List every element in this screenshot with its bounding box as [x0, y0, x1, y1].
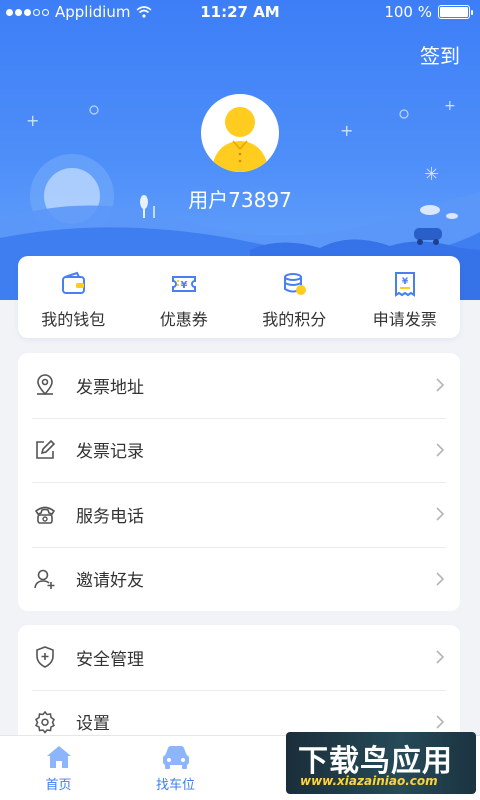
- location-pin-icon: [32, 372, 58, 398]
- svg-text:¥: ¥: [180, 280, 187, 291]
- watermark-url: www.xiazainiao.com: [300, 774, 438, 788]
- chevron-right-icon: [436, 571, 445, 586]
- menu-item-invoice-address[interactable]: 发票地址: [18, 353, 460, 418]
- quick-action-points[interactable]: 我的积分: [239, 256, 350, 338]
- coupon-icon: ¥: [171, 276, 196, 292]
- quick-action-label: 我的钱包: [41, 310, 106, 329]
- battery-icon: [438, 5, 473, 19]
- chevron-right-icon: [436, 507, 445, 521]
- tab-label: 首页: [45, 778, 72, 793]
- svg-text:+: +: [26, 111, 39, 130]
- profile-header: + + + ✳ Applidium 11:27 AM 100 % 签到 用户73…: [0, 0, 480, 300]
- edit-icon: [32, 437, 58, 463]
- svg-text:+: +: [340, 121, 353, 140]
- chevron-right-icon: [436, 442, 445, 457]
- menu-item-label: 发票地址: [76, 377, 144, 398]
- svg-text:+: +: [444, 98, 456, 114]
- coins-icon: [284, 273, 307, 295]
- menu-item-label: 发票记录: [76, 442, 144, 463]
- add-user-icon: [32, 566, 58, 592]
- tab-find-parking[interactable]: 找车位: [117, 736, 234, 800]
- quick-action-label: 优惠券: [159, 310, 208, 329]
- battery-percent: 100 %: [384, 3, 432, 21]
- quick-action-wallet[interactable]: 我的钱包: [18, 256, 129, 338]
- menu-item-invoice-records[interactable]: 发票记录: [18, 417, 460, 483]
- invoice-icon: ¥: [394, 272, 415, 297]
- tab-label: 找车位: [155, 778, 195, 793]
- menu-item-service-phone[interactable]: 服务电话: [18, 482, 460, 547]
- quick-action-label: 申请发票: [372, 310, 437, 329]
- chevron-right-icon: [436, 650, 445, 664]
- menu-item-security[interactable]: 安全管理: [18, 625, 460, 690]
- svg-text:¥: ¥: [402, 277, 409, 287]
- user-avatar-icon: [211, 107, 269, 172]
- home-icon: [46, 746, 71, 768]
- wallet-icon: [62, 271, 86, 294]
- gear-icon: [32, 709, 58, 735]
- quick-action-coupon[interactable]: ¥ 优惠券: [129, 256, 240, 338]
- phone-icon: [32, 501, 58, 527]
- svg-text:✳: ✳: [424, 164, 439, 185]
- menu-group-invoice: 发票地址 发票记录 服务电话 邀请好友: [18, 353, 460, 611]
- car-icon: [162, 746, 189, 769]
- signin-button[interactable]: 签到: [420, 40, 460, 69]
- status-bar: Applidium 11:27 AM 100 %: [0, 0, 480, 24]
- watermark-logo: 下载鸟应用 www.xiazainiao.com: [286, 732, 476, 794]
- menu-item-label: 服务电话: [76, 506, 144, 527]
- tab-home[interactable]: 首页: [0, 736, 117, 800]
- menu-item-label: 安全管理: [76, 649, 144, 670]
- avatar[interactable]: [201, 94, 279, 172]
- username: 用户73897: [188, 188, 292, 212]
- chevron-right-icon: [436, 714, 445, 729]
- quick-action-invoice[interactable]: ¥ 申请发票: [350, 256, 461, 338]
- chevron-right-icon: [436, 378, 445, 392]
- menu-item-label: 设置: [76, 714, 110, 735]
- quick-actions-card: 我的钱包 ¥ 优惠券 我的积分 ¥ 申请发票: [18, 256, 460, 338]
- shield-icon: [32, 644, 58, 670]
- quick-action-label: 我的积分: [262, 310, 327, 329]
- menu-item-invite-friends[interactable]: 邀请好友: [18, 546, 460, 612]
- menu-item-label: 邀请好友: [76, 571, 144, 592]
